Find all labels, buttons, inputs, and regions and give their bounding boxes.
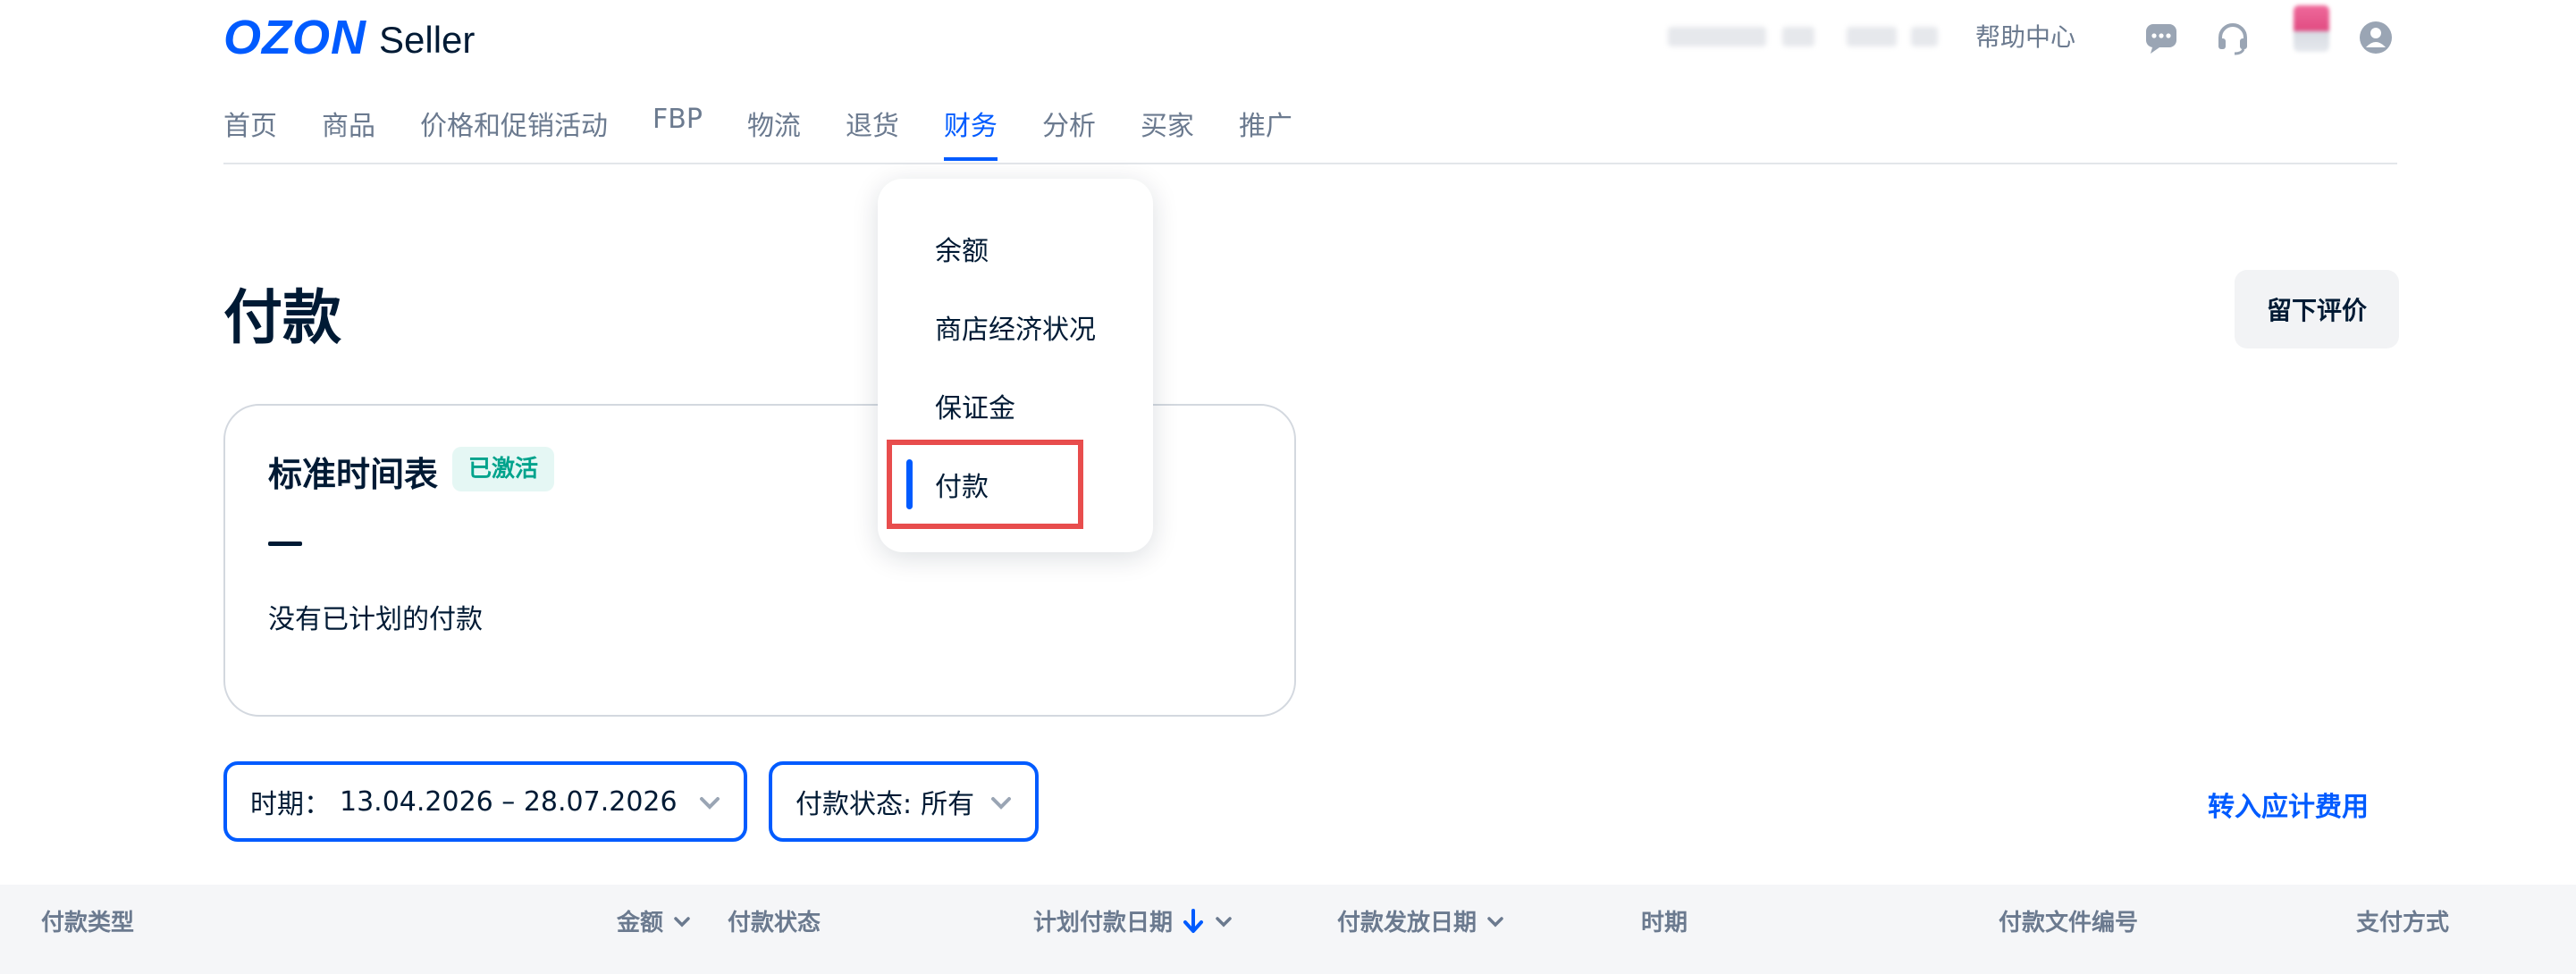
column-label: 计划付款日期	[1033, 910, 1174, 936]
nav-buyers[interactable]: 买家	[1141, 104, 1194, 161]
nav-products[interactable]: 商品	[322, 104, 375, 161]
status-filter-label: 付款状态:	[796, 789, 913, 820]
ozon-seller-logo[interactable]: OZON Seller	[223, 13, 475, 63]
column-planned-payment-date[interactable]: 计划付款日期	[1033, 904, 1233, 937]
annotation-highlight-box	[887, 440, 1083, 529]
leave-feedback-button[interactable]: 留下评价	[2235, 270, 2399, 348]
nav-finance[interactable]: 财务	[943, 104, 998, 161]
column-label: 时期	[1641, 910, 1688, 936]
schedule-title: 标准时间表	[268, 455, 439, 494]
logo-product: Seller	[379, 19, 476, 61]
menu-item-balance[interactable]: 余额	[935, 229, 989, 268]
column-label: 付款发放日期	[1337, 910, 1477, 936]
nav-prices-promotions[interactable]: 价格和促销活动	[420, 104, 608, 161]
period-filter-label: 时期：	[250, 789, 331, 820]
redacted-account-name	[1668, 27, 1766, 46]
go-to-accruals-link[interactable]: 转入应计费用	[2208, 785, 2369, 824]
column-payment-document-number: 付款文件编号	[1999, 904, 2138, 937]
column-payment-method: 支付方式	[2356, 904, 2449, 937]
nav-analytics[interactable]: 分析	[1042, 104, 1096, 161]
sort-descending-arrow-icon	[1183, 908, 1204, 933]
nav-promotion[interactable]: 推广	[1239, 104, 1292, 161]
period-filter[interactable]: 时期： 13.04.2026 – 28.07.2026	[223, 761, 747, 842]
main-nav: 首页 商品 价格和促销活动 FBP 物流 退货 财务 分析 买家 推广	[223, 104, 1337, 161]
column-amount[interactable]: 金额	[617, 904, 692, 937]
nav-logistics[interactable]: 物流	[747, 104, 801, 161]
chevron-down-icon	[1216, 916, 1232, 927]
redacted-company-name	[1847, 27, 1897, 46]
page-title: 付款	[223, 283, 341, 352]
menu-item-store-economics[interactable]: 商店经济状况	[935, 307, 1096, 347]
empty-amount-dash	[268, 542, 302, 546]
table-header	[0, 885, 2576, 974]
redacted-account-tag	[1782, 27, 1814, 46]
column-payment-status: 付款状态	[728, 904, 821, 937]
chevron-down-icon	[1487, 916, 1503, 927]
nav-divider	[223, 163, 2397, 164]
help-center-link[interactable]: 帮助中心	[1975, 18, 2075, 54]
redacted-company-tag	[1911, 27, 1938, 46]
chevron-down-icon	[700, 797, 720, 810]
column-label: 付款类型	[41, 910, 135, 936]
user-icon[interactable]	[2356, 18, 2395, 57]
column-label: 支付方式	[2356, 910, 2450, 936]
logo-brand: OZON	[223, 11, 366, 64]
column-period: 时期	[1641, 904, 1688, 937]
chat-icon[interactable]	[2142, 18, 2181, 57]
period-filter-value: 13.04.2026 – 28.07.2026	[340, 785, 678, 818]
status-badge: 已激活	[452, 447, 555, 491]
chevron-down-icon	[674, 916, 690, 927]
no-scheduled-payments-text: 没有已计划的付款	[268, 604, 483, 635]
column-label: 金额	[617, 910, 664, 936]
nav-home[interactable]: 首页	[223, 104, 277, 161]
notification-icon[interactable]	[2294, 5, 2329, 52]
nav-returns[interactable]: 退货	[846, 104, 899, 161]
headset-icon[interactable]	[2213, 18, 2252, 57]
nav-fbp[interactable]: FBP	[652, 104, 703, 161]
column-payout-date[interactable]: 付款发放日期	[1337, 904, 1505, 937]
column-label: 付款状态	[728, 910, 821, 936]
payment-status-filter[interactable]: 付款状态: 所有	[769, 761, 1039, 842]
chevron-down-icon	[991, 797, 1011, 810]
column-label: 付款文件编号	[1999, 910, 2139, 936]
status-filter-value: 所有	[921, 789, 975, 820]
column-payment-type: 付款类型	[41, 904, 134, 937]
menu-item-deposit[interactable]: 保证金	[935, 386, 1015, 425]
